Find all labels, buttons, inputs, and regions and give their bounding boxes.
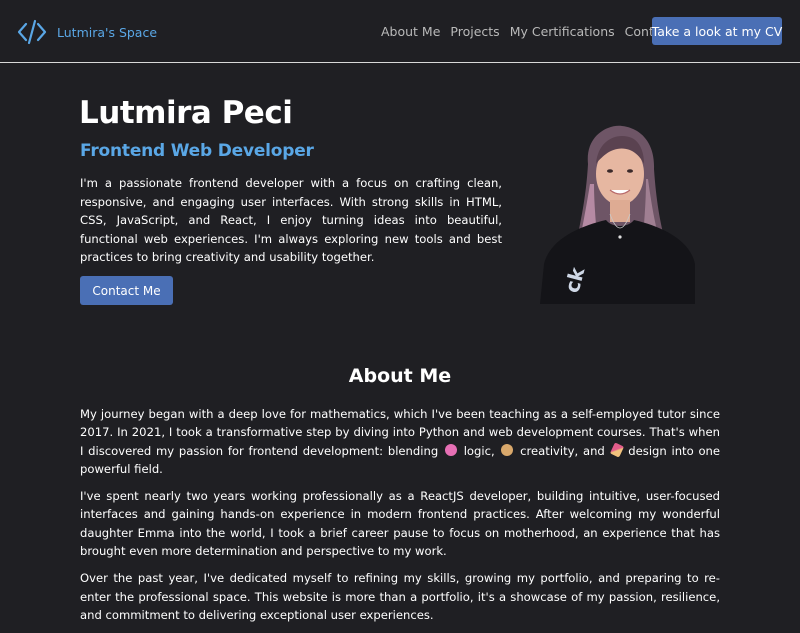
- about-paragraph-3: Over the past year, I've dedicated mysel…: [80, 571, 720, 622]
- brain-icon: [444, 443, 457, 456]
- about-paragraph-2: I've spent nearly two years working prof…: [80, 489, 720, 559]
- paintbrush-icon: [609, 442, 624, 458]
- hero-name: Lutmira Peci: [79, 95, 293, 131]
- about-text: logic,: [463, 443, 495, 458]
- about-text: My journey began with a deep love for ma…: [80, 407, 720, 458]
- cv-button[interactable]: Take a look at my CV: [652, 17, 782, 45]
- contact-button[interactable]: Contact Me: [80, 276, 173, 305]
- hero-intro: I'm a passionate frontend developer with…: [80, 176, 502, 265]
- about-text: creativity, and: [520, 443, 605, 458]
- brand-name: Lutmira's Space: [57, 24, 158, 40]
- nav-link-certifications[interactable]: My Certifications: [510, 24, 615, 39]
- nav-link-about[interactable]: About Me: [381, 24, 440, 39]
- nav-link-projects[interactable]: Projects: [450, 24, 499, 39]
- about-paragraph-1: My journey began with a deep love for ma…: [80, 405, 720, 478]
- about-title: About Me: [348, 365, 452, 387]
- palette-icon: [501, 443, 514, 456]
- nav-links: About Me Projects My Certifications Cont…: [381, 24, 673, 39]
- navbar: Lutmira's Space About Me Projects My Cer…: [0, 0, 800, 63]
- code-brackets-icon: [17, 19, 47, 45]
- hero-role: Frontend Web Developer: [80, 141, 314, 161]
- about-body: My journey began with a deep love for ma…: [80, 405, 720, 633]
- profile-photo: ck: [540, 124, 695, 304]
- brand-link[interactable]: Lutmira's Space: [17, 19, 157, 45]
